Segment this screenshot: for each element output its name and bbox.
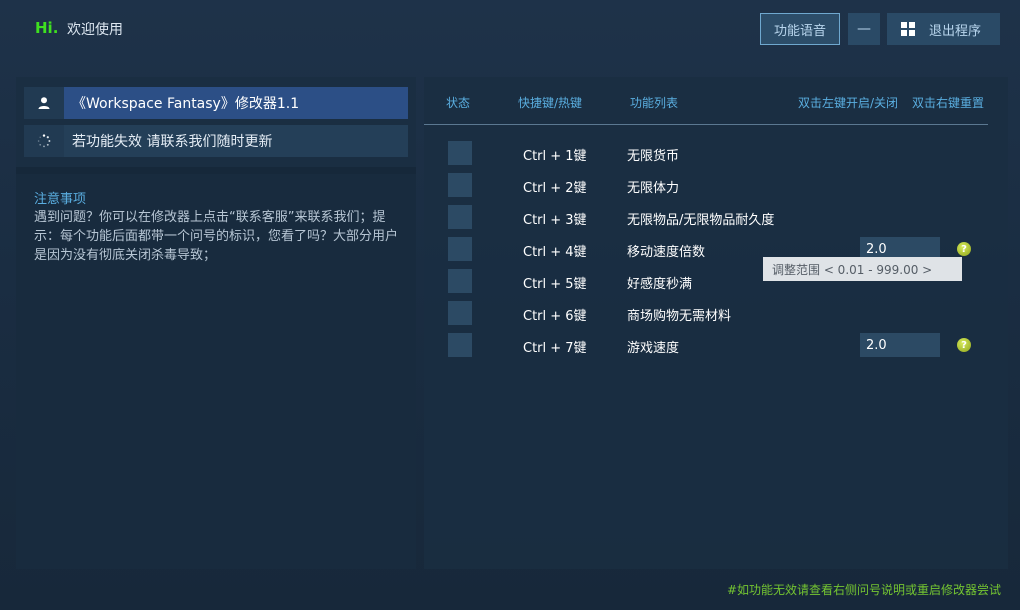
notice-body: 遇到问题？你可以在修改器上点击“联系客服”来联系我们；提示：每个功能后面都带一个… <box>34 210 399 263</box>
user-icon <box>24 87 64 119</box>
game-title-row: 《Workspace Fantasy》修改器1.1 <box>24 87 408 119</box>
hotkey-label: Ctrl + 5键 <box>523 277 587 292</box>
function-row-1[interactable]: Ctrl + 1键 无限货币 <box>424 141 1008 165</box>
notice-title: 注意事项 <box>34 192 87 207</box>
loading-spinner-icon <box>24 125 64 157</box>
function-name: 移动速度倍数 <box>627 245 706 260</box>
function-name: 游戏速度 <box>627 341 680 356</box>
header-function-list: 功能列表 <box>630 96 679 110</box>
header-double-click-right: 双击右键重置 <box>912 96 985 110</box>
function-panel: 状态 快捷键/热键 功能列表 双击左键开启/关闭 双击右键重置 Ctrl + 1… <box>424 77 1008 569</box>
status-toggle[interactable] <box>448 205 472 229</box>
trainer-window: Hi. 欢迎使用 功能语音 — 退出程序 《Workspace Fantasy》… <box>0 0 1020 610</box>
windows-icon <box>901 22 915 36</box>
question-icon[interactable]: ? <box>957 338 971 352</box>
function-name: 商场购物无需材料 <box>627 309 732 324</box>
status-toggle[interactable] <box>448 237 472 261</box>
function-row-6[interactable]: Ctrl + 6键 商场购物无需材料 <box>424 301 1008 325</box>
hotkey-label: Ctrl + 6键 <box>523 309 587 324</box>
exit-button[interactable]: 退出程序 <box>887 13 1000 45</box>
minimize-button[interactable]: — <box>848 13 880 45</box>
function-name: 无限物品/无限物品耐久度 <box>627 213 775 228</box>
status-toggle[interactable] <box>448 301 472 325</box>
status-toggle[interactable] <box>448 333 472 357</box>
update-notice-text: 若功能失效 请联系我们随时更新 <box>64 125 408 157</box>
header-status: 状态 <box>446 96 471 110</box>
header-divider <box>424 124 988 125</box>
header-hotkey: 快捷键/热键 <box>518 96 583 110</box>
game-speed-input[interactable] <box>860 333 940 357</box>
header-double-click-left: 双击左键开启/关闭 <box>798 96 899 110</box>
hotkey-label: Ctrl + 4键 <box>523 245 587 260</box>
hotkey-label: Ctrl + 2键 <box>523 181 587 196</box>
function-row-2[interactable]: Ctrl + 2键 无限体力 <box>424 173 1008 197</box>
update-notice-row[interactable]: 若功能失效 请联系我们随时更新 <box>24 125 408 157</box>
header-bar: Hi. 欢迎使用 功能语音 — 退出程序 <box>0 0 1020 60</box>
hi-logo: Hi. <box>35 19 59 37</box>
function-row-7[interactable]: Ctrl + 7键 游戏速度 ? <box>424 333 1008 357</box>
voice-button[interactable]: 功能语音 <box>760 13 840 45</box>
hotkey-label: Ctrl + 3键 <box>523 213 587 228</box>
function-row-3[interactable]: Ctrl + 3键 无限物品/无限物品耐久度 <box>424 205 1008 229</box>
function-name: 好感度秒满 <box>627 277 693 292</box>
question-icon[interactable]: ? <box>957 242 971 256</box>
hotkey-label: Ctrl + 1键 <box>523 149 587 164</box>
status-toggle[interactable] <box>448 269 472 293</box>
game-title: 《Workspace Fantasy》修改器1.1 <box>64 87 408 119</box>
status-toggle[interactable] <box>448 173 472 197</box>
notice-section: 注意事项 遇到问题？你可以在修改器上点击“联系客服”来联系我们；提示：每个功能后… <box>16 174 416 569</box>
function-name: 无限体力 <box>627 181 680 196</box>
function-name: 无限货币 <box>627 149 680 164</box>
footer-hint: #如功能无效请查看右侧问号说明或重启修改器尝试 <box>727 583 1002 597</box>
left-panel: 《Workspace Fantasy》修改器1.1 若功能失效 请联系我们随时更… <box>16 77 416 569</box>
status-toggle[interactable] <box>448 141 472 165</box>
range-tooltip: 调整范围 < 0.01 - 999.00 > <box>763 257 962 281</box>
info-section: 《Workspace Fantasy》修改器1.1 若功能失效 请联系我们随时更… <box>16 77 416 167</box>
hotkey-label: Ctrl + 7键 <box>523 341 587 356</box>
exit-button-label: 退出程序 <box>929 23 982 39</box>
welcome-text: 欢迎使用 <box>67 22 123 38</box>
